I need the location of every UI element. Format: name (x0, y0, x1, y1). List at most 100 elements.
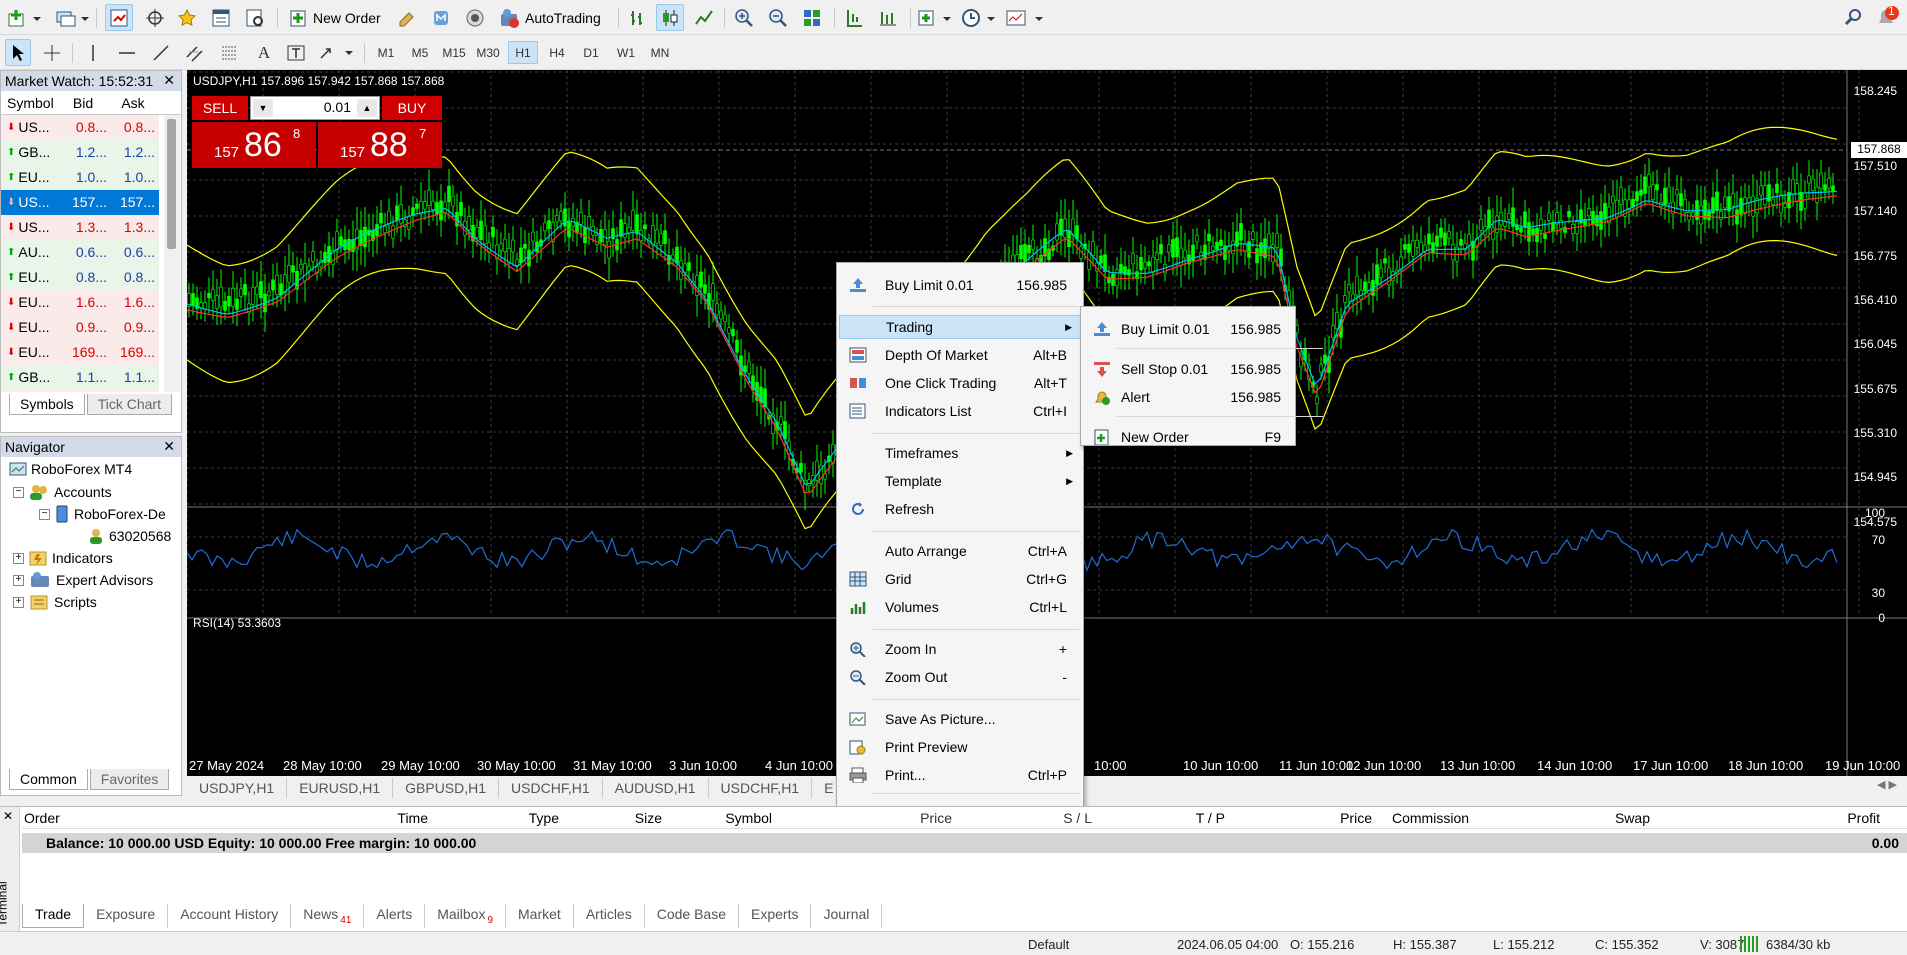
menu-item-one-click-trading[interactable]: One Click Trading Alt+T (839, 371, 1081, 395)
menu-item-auto-arrange[interactable]: Auto Arrange Ctrl+A (839, 539, 1081, 563)
chart-tab[interactable]: USDJPY,H1 (187, 778, 288, 798)
menu-item-alert[interactable]: Alert 156.985 (1083, 385, 1295, 409)
connection-icon[interactable] (1740, 936, 1760, 952)
bar-chart-icon[interactable] (624, 4, 652, 31)
channel-icon[interactable] (182, 39, 208, 66)
signals-icon[interactable] (461, 4, 489, 31)
market-watch-row[interactable]: ⬇ US... 157... 157... (1, 189, 161, 215)
market-watch-row[interactable]: ⬇ EU... 1.6... 1.6... (1, 289, 161, 315)
notifications-icon[interactable]: 1 (1872, 4, 1902, 31)
market-watch-row[interactable]: ⬇CA...115...115... (1, 389, 161, 392)
menu-item-grid[interactable]: Grid Ctrl+G (839, 567, 1081, 591)
chart-tab[interactable]: GBPUSD,H1 (393, 778, 500, 798)
terminal-column-header[interactable]: Profit (1810, 810, 1880, 826)
market-watch-row[interactable]: ⬆ GB... 1.2... 1.2... (1, 139, 161, 165)
profiles-button[interactable] (54, 4, 90, 31)
terminal-icon[interactable] (207, 4, 235, 31)
terminal-column-header[interactable]: Commission (1392, 810, 1469, 826)
bid-column-header[interactable]: Bid (59, 95, 111, 111)
timeframe-m5[interactable]: M5 (405, 41, 435, 64)
tile-windows-icon[interactable] (798, 4, 826, 31)
terminal-tab-alerts[interactable]: Alerts (364, 904, 426, 928)
expand-icon[interactable]: + (13, 574, 24, 586)
sell-button[interactable]: SELL (192, 96, 248, 120)
crosshair-icon[interactable] (39, 39, 65, 66)
expand-icon[interactable]: + (13, 596, 24, 608)
trendline-icon[interactable] (148, 39, 174, 66)
cursor-icon[interactable] (5, 39, 31, 66)
text-label-icon[interactable] (283, 39, 309, 66)
terminal-tab-articles[interactable]: Articles (574, 904, 645, 928)
ask-column-header[interactable]: Ask (111, 95, 159, 111)
nav-experts[interactable]: + Expert Advisors (13, 571, 153, 589)
terminal-tab-market[interactable]: Market (506, 904, 574, 928)
tab-tick-chart[interactable]: Tick Chart (86, 394, 172, 415)
market-watch-row[interactable]: ⬇ US... 0.8... 0.8... (1, 115, 161, 140)
close-icon[interactable]: ✕ (3, 809, 13, 823)
collapse-icon[interactable]: − (13, 486, 24, 498)
chart-tab[interactable]: AUDUSD,H1 (603, 778, 709, 798)
menu-item-zoom-out[interactable]: Zoom Out - (839, 665, 1081, 689)
menu-item-print[interactable]: Print... Ctrl+P (839, 763, 1081, 787)
terminal-column-header[interactable]: Order (24, 810, 60, 826)
terminal-column-header[interactable]: T / P (1155, 810, 1225, 826)
market-watch-row[interactable]: ⬆ GB... 1.1... 1.1... (1, 364, 161, 390)
menu-item-trading[interactable]: Trading ▶ (839, 315, 1081, 339)
market-watch-scrollbar[interactable] (164, 115, 180, 392)
terminal-column-header[interactable]: Type (489, 810, 559, 826)
zoom-out-icon[interactable] (764, 4, 792, 31)
tab-symbols[interactable]: Symbols (9, 394, 85, 415)
text-icon[interactable]: A (252, 39, 276, 66)
terminal-tab-trade[interactable]: Trade (22, 904, 85, 928)
terminal-column-header[interactable]: Price (1302, 810, 1372, 826)
timeframe-d1[interactable]: D1 (576, 41, 606, 64)
data-window-icon[interactable] (141, 4, 169, 31)
new-chart-button[interactable] (6, 4, 42, 31)
lot-decrease-icon[interactable]: ▼ (253, 99, 273, 117)
menu-item-print-preview[interactable]: Print Preview (839, 735, 1081, 759)
line-chart-icon[interactable] (690, 4, 718, 31)
nav-account[interactable]: 63020568 (87, 527, 171, 545)
market-watch-row[interactable]: ⬆ AU... 0.6... 0.6... (1, 239, 161, 265)
templates-icon[interactable] (1004, 4, 1048, 31)
autotrading-button[interactable]: AutoTrading (494, 4, 610, 31)
market-watch-row[interactable]: ⬇ US... 1.3... 1.3... (1, 214, 161, 240)
lot-size-field[interactable]: ▼ 0.01 ▲ (250, 96, 380, 120)
terminal-column-header[interactable]: Symbol (702, 810, 772, 826)
timeframe-h4[interactable]: H4 (542, 41, 572, 64)
terminal-tab-code-base[interactable]: Code Base (645, 904, 739, 928)
menu-item-zoom-in[interactable]: Zoom In + (839, 637, 1081, 661)
zoom-in-icon[interactable] (730, 4, 758, 31)
vertical-line-icon[interactable] (80, 39, 106, 66)
timeframe-mn[interactable]: MN (645, 41, 675, 64)
chart-shift-icon[interactable] (840, 4, 868, 31)
menu-item-buy-limit-0-01[interactable]: Buy Limit 0.01 156.985 (1083, 317, 1295, 341)
metaeditor-icon[interactable] (393, 4, 421, 31)
terminal-tab-account-history[interactable]: Account History (168, 904, 292, 928)
market-watch-row[interactable]: ⬇ EU... 169... 169... (1, 339, 161, 365)
chart-tab[interactable]: USDCHF,H1 (709, 778, 813, 798)
mql5-icon[interactable] (427, 4, 455, 31)
terminal-tab-exposure[interactable]: Exposure (84, 904, 169, 928)
market-watch-row[interactable]: ⬆ EU... 0.8... 0.8... (1, 264, 161, 290)
search-icon[interactable] (1842, 4, 1866, 31)
horizontal-line-icon[interactable] (114, 39, 140, 66)
collapse-icon[interactable]: − (39, 508, 50, 520)
sell-price-box[interactable]: 157 86 8 (192, 122, 316, 168)
fibonacci-icon[interactable] (216, 39, 242, 66)
terminal-tab-experts[interactable]: Experts (739, 904, 812, 928)
navigator-icon[interactable] (173, 4, 201, 31)
symbol-column-header[interactable]: Symbol (1, 95, 59, 111)
lot-increase-icon[interactable]: ▲ (357, 99, 377, 117)
timeframe-m1[interactable]: M1 (371, 41, 401, 64)
status-profile[interactable]: Default (1028, 937, 1069, 952)
menu-item-refresh[interactable]: Refresh (839, 497, 1081, 521)
timeframe-w1[interactable]: W1 (611, 41, 641, 64)
menu-item-template[interactable]: Template ▶ (839, 469, 1081, 493)
tester-icon[interactable] (241, 4, 269, 31)
chart-tab[interactable]: EURUSD,H1 (287, 778, 394, 798)
menu-item-indicators-list[interactable]: Indicators List Ctrl+I (839, 399, 1081, 423)
tab-favorites[interactable]: Favorites (89, 769, 170, 790)
menu-item-sell-stop-0-01[interactable]: Sell Stop 0.01 156.985 (1083, 357, 1295, 381)
balance-row[interactable]: Balance: 10 000.00 USD Equity: 10 000.00… (22, 833, 1907, 853)
